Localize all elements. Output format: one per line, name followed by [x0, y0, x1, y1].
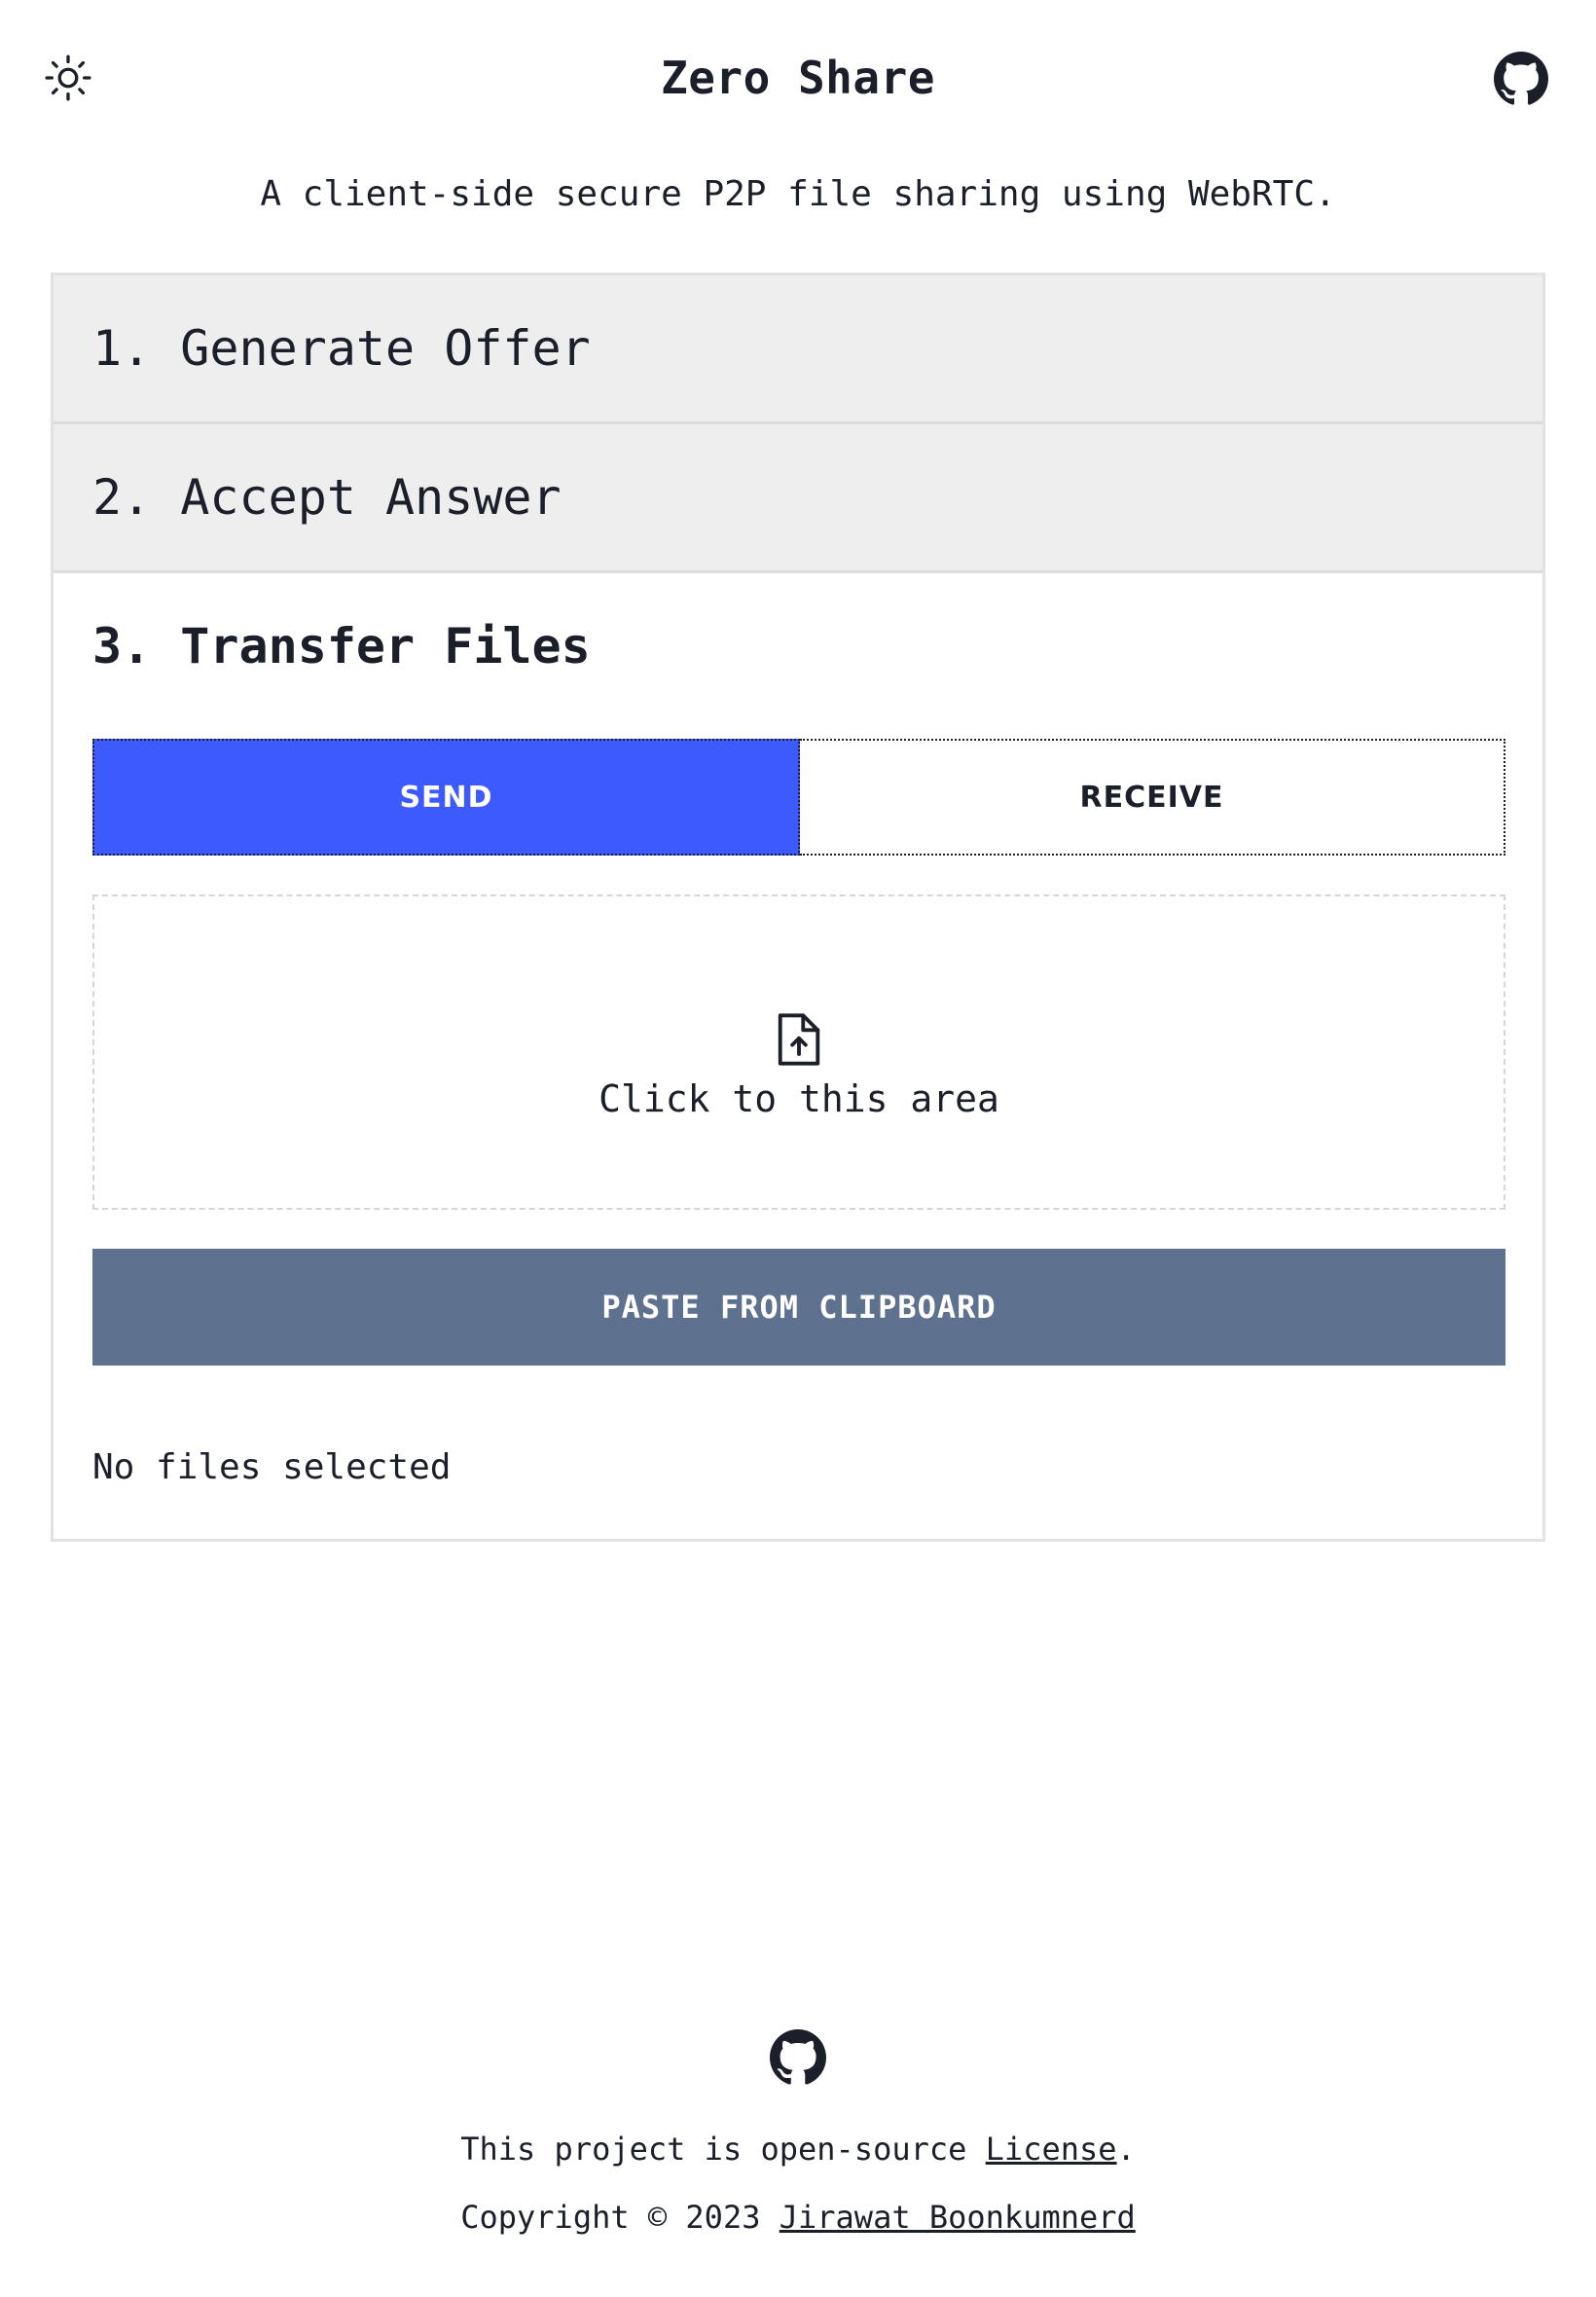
- transfer-panel: SEND RECEIVE Click to this area PASTE FR…: [54, 719, 1542, 1539]
- license-suffix: .: [1116, 2131, 1136, 2168]
- dropzone-label: Click to this area: [598, 1077, 999, 1120]
- step-header-transfer-files[interactable]: 3. Transfer Files: [54, 573, 1542, 719]
- app-subtitle: A client-side secure P2P file sharing us…: [260, 174, 1336, 214]
- steps-accordion: 1. Generate Offer 2. Accept Answer 3. Tr…: [51, 273, 1545, 1542]
- tab-send[interactable]: SEND: [92, 739, 800, 856]
- license-prefix: This project is open-source: [460, 2131, 986, 2168]
- app-title: Zero Share: [661, 52, 935, 104]
- step-generate-offer: 1. Generate Offer: [54, 275, 1542, 424]
- license-link[interactable]: License: [986, 2131, 1117, 2168]
- files-status: No files selected: [92, 1447, 452, 1487]
- copyright-prefix: Copyright © 2023: [460, 2199, 780, 2236]
- transfer-tabs: SEND RECEIVE: [92, 739, 1505, 856]
- github-icon[interactable]: [770, 2029, 826, 2086]
- github-icon: [1494, 52, 1548, 105]
- author-link[interactable]: Jirawat Boonkumnerd: [780, 2199, 1136, 2236]
- tab-receive[interactable]: RECEIVE: [800, 739, 1505, 856]
- footer: This project is open-source License. Cop…: [0, 2029, 1596, 2242]
- step-transfer-files: 3. Transfer Files SEND RECEIVE Click to …: [54, 573, 1542, 1539]
- github-link[interactable]: [1493, 51, 1549, 107]
- step-accept-answer: 2. Accept Answer: [54, 424, 1542, 573]
- paste-from-clipboard-button[interactable]: PASTE FROM CLIPBOARD: [92, 1249, 1505, 1366]
- header: Zero Share: [0, 39, 1596, 117]
- file-upload-icon: [778, 1013, 820, 1066]
- step-header-accept-answer[interactable]: 2. Accept Answer: [54, 424, 1542, 570]
- file-dropzone[interactable]: Click to this area: [92, 894, 1505, 1210]
- step-header-generate-offer[interactable]: 1. Generate Offer: [54, 275, 1542, 421]
- copyright-line: Copyright © 2023 Jirawat Boonkumnerd: [0, 2193, 1596, 2242]
- license-line: This project is open-source License.: [0, 2125, 1596, 2173]
